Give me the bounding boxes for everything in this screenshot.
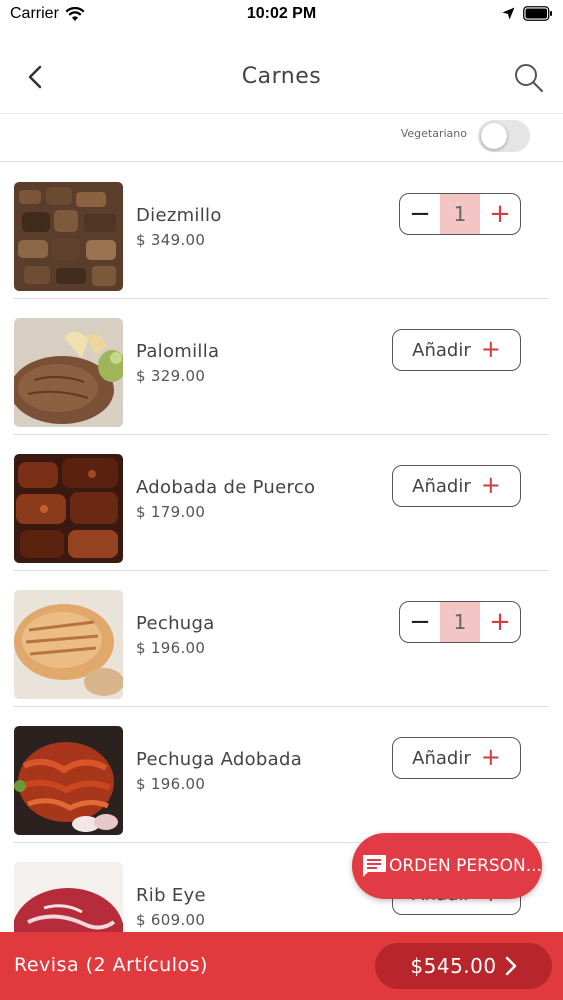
product-image-palomilla: [14, 318, 123, 427]
location-arrow-icon: [502, 7, 515, 20]
quantity-value: 1: [440, 602, 480, 642]
add-button-label: Añadir: [412, 747, 471, 769]
custom-order-button[interactable]: ORDEN PERSON...: [352, 833, 542, 899]
quantity-value: 1: [440, 194, 480, 234]
product-row[interactable]: Pechuga Adobada $ 196.00 Añadir +: [14, 707, 549, 843]
plus-icon: +: [480, 335, 501, 363]
product-name: Pechuga Adobada: [136, 749, 303, 770]
product-row[interactable]: Pechuga $ 196.00 − 1 +: [14, 571, 549, 707]
product-image-adobada-de-puerco: [14, 454, 123, 563]
product-price: $ 349.00: [136, 231, 206, 249]
add-button-label: Añadir: [412, 339, 471, 361]
plus-icon: +: [480, 743, 501, 771]
add-button[interactable]: Añadir +: [392, 737, 521, 779]
product-name: Palomilla: [136, 341, 220, 362]
status-right-icons: [502, 6, 553, 21]
decrement-button[interactable]: −: [400, 602, 440, 642]
vegetarian-label: Vegetariano: [400, 127, 467, 140]
status-time: 10:02 PM: [246, 5, 317, 22]
add-button[interactable]: Añadir +: [392, 329, 521, 371]
increment-button[interactable]: +: [480, 602, 520, 642]
vegetarian-toggle[interactable]: [478, 120, 530, 152]
chevron-right-icon: [505, 956, 516, 976]
product-image-pechuga: [14, 590, 123, 699]
increment-button[interactable]: +: [480, 194, 520, 234]
product-price: $ 196.00: [136, 639, 206, 657]
add-button[interactable]: Añadir +: [392, 465, 521, 507]
product-price: $ 609.00: [136, 911, 206, 929]
cart-total: $545.00: [410, 954, 497, 978]
product-price: $ 329.00: [136, 367, 206, 385]
quantity-stepper: − 1 +: [399, 601, 521, 643]
checkout-button[interactable]: $545.00: [375, 943, 552, 989]
status-bar: Carrier 10:02 PM: [0, 0, 563, 30]
plus-icon: +: [480, 471, 501, 499]
search-icon: [515, 64, 544, 93]
product-name: Pechuga: [136, 613, 215, 634]
filter-row: Vegetariano: [0, 115, 563, 162]
search-button[interactable]: [513, 62, 545, 94]
product-row[interactable]: Diezmillo $ 349.00 − 1 +: [14, 163, 549, 299]
product-row[interactable]: Palomilla $ 329.00 Añadir +: [14, 299, 549, 435]
navigation-bar: Carnes: [0, 40, 563, 114]
product-name: Adobada de Puerco: [136, 477, 316, 498]
quantity-stepper: − 1 +: [399, 193, 521, 235]
cart-review-label: Revisa (2 Artículos): [14, 954, 208, 976]
page-title: Carnes: [241, 64, 322, 89]
product-row[interactable]: Adobada de Puerco $ 179.00 Añadir +: [14, 435, 549, 571]
decrement-button[interactable]: −: [400, 194, 440, 234]
toggle-knob: [481, 123, 507, 149]
message-icon: [360, 851, 389, 881]
add-button-label: Añadir: [412, 475, 471, 497]
battery-icon: [523, 6, 552, 21]
cart-summary-bar[interactable]: Revisa (2 Artículos) $545.00: [0, 932, 563, 1000]
custom-order-label: ORDEN PERSON...: [388, 856, 542, 876]
product-image-pechuga-adobada: [14, 726, 123, 835]
product-price: $ 179.00: [136, 503, 206, 521]
product-name: Diezmillo: [136, 205, 222, 226]
product-price: $ 196.00: [136, 775, 206, 793]
product-name: Rib Eye: [136, 885, 206, 906]
product-image-diezmillo: [14, 182, 123, 291]
